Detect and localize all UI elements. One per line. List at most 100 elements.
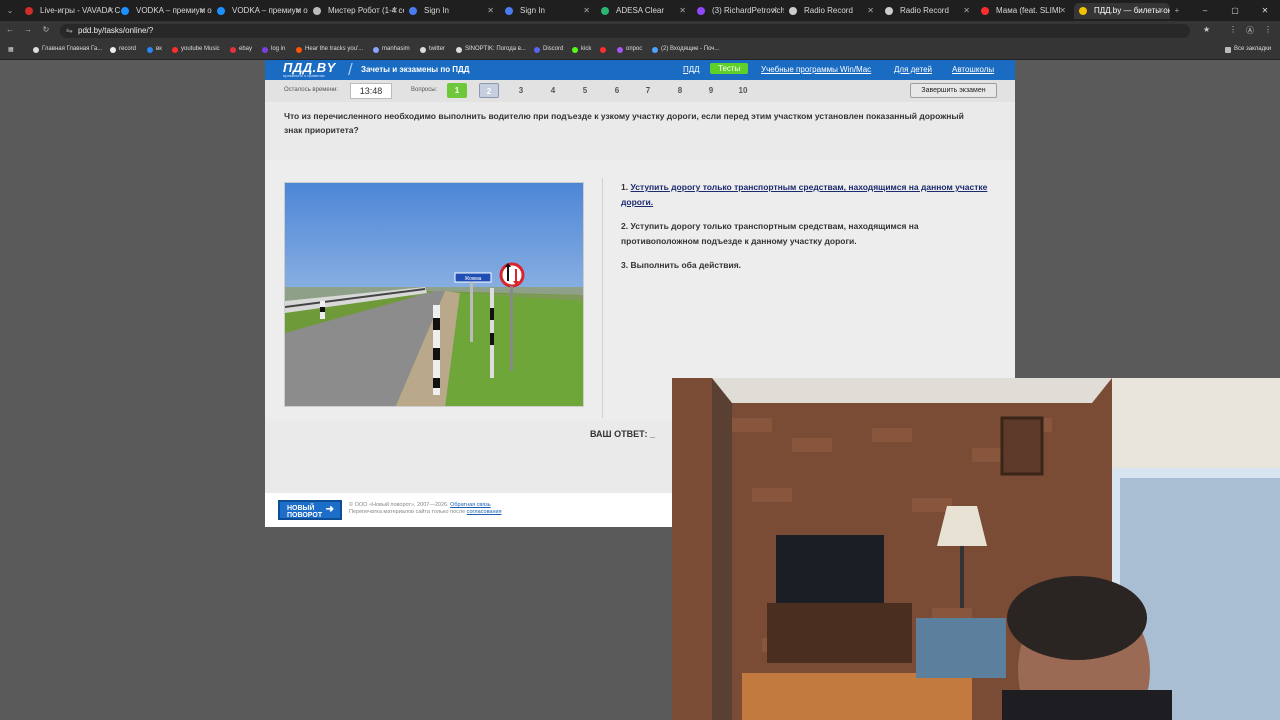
tab-12-active[interactable]: ПДД.by — билеты он ✕ [1074,3,1170,19]
tab-7[interactable]: ADESA Clear ✕ [596,3,692,19]
question-nav-4[interactable]: 4 [543,83,563,98]
tab-search-icon[interactable]: ⌄ [3,4,17,18]
tab-5[interactable]: Sign In ✕ [404,3,500,19]
answer-text: Уступить дорогу только транспортным сред… [621,182,988,207]
minimize-icon[interactable]: – [1190,0,1220,21]
column-divider [602,178,603,418]
bookmark-label: SINOPTIK: Погода в... [465,46,526,52]
section-title: Зачеты и экзамены по ПДД [361,65,470,74]
tab-favicon [121,7,129,15]
bookmark-item[interactable]: Discord [534,46,563,53]
maximize-icon[interactable]: ▢ [1220,0,1250,21]
forward-icon[interactable]: → [22,25,34,34]
tab-8[interactable]: (3) RichardPetrovich - ✕ [692,3,784,19]
close-icon[interactable]: ✕ [963,3,970,19]
window-close-icon[interactable]: ✕ [1250,0,1280,21]
finish-exam-button[interactable]: Завершить экзамен [910,83,997,98]
bookmark-item[interactable]: ebay [230,46,252,53]
menu-icon[interactable]: ⋮ [1264,25,1272,34]
answer-number: 3. [621,260,629,270]
bookmark-star-icon[interactable]: ★ [1203,25,1210,34]
bookmark-item[interactable]: Hear the tracks you'... [296,46,363,53]
bookmark-item[interactable]: log in [262,46,285,53]
question-nav-2[interactable]: 2 [479,83,499,98]
feedback-link[interactable]: Обратная связь [450,502,491,508]
exam-toolbar: Осталось времени: 13:48 Вопросы: 1 2 3 4… [265,80,1015,102]
bookmark-item[interactable]: вк [147,46,162,53]
close-icon[interactable]: ✕ [391,3,398,19]
bookmark-label: (2) Входящие - Поч... [661,46,720,52]
question-nav-7[interactable]: 7 [638,83,658,98]
tab-favicon [1079,7,1087,15]
tab-3[interactable]: VODKA – премиум он ✕ [212,3,308,19]
site-info-icon[interactable]: ⇋ [66,24,73,38]
agreement-link[interactable]: согласования [467,509,502,515]
tab-9[interactable]: Radio Record ✕ [784,3,880,19]
question-nav-1[interactable]: 1 [447,83,467,98]
close-icon[interactable]: ✕ [867,3,874,19]
bookmark-item[interactable]: опрос [617,46,642,53]
tab-2[interactable]: VODKA – премиум он ✕ [116,3,212,19]
tab-6[interactable]: Sign In ✕ [500,3,596,19]
bookmark-label: kick [581,46,592,52]
bookmark-favicon [262,47,268,53]
question-nav-9[interactable]: 9 [701,83,721,98]
answer-option-1[interactable]: 1. Уступить дорогу только транспортным с… [621,180,991,210]
question-nav-10[interactable]: 10 [733,83,753,98]
close-icon[interactable]: ✕ [771,3,778,19]
close-icon[interactable]: ✕ [1059,3,1066,19]
reload-icon[interactable]: ↻ [40,25,52,34]
all-bookmarks[interactable]: Все закладки [1225,46,1271,53]
nav-schools[interactable]: Автошколы [952,65,994,74]
answer-option-2[interactable]: 2. Уступить дорогу только транспортным с… [621,219,991,249]
nav-pdd[interactable]: ПДД [683,65,700,74]
tab-favicon [697,7,705,15]
bookmark-item[interactable]: (2) Входящие - Поч... [652,46,720,53]
url-field[interactable]: ⇋ pdd.by/tasks/online/? [60,24,1190,38]
answer-number: 1. [621,182,629,192]
arrow-right-icon: ➜ [325,504,334,515]
bookmark-item[interactable]: manhasim [373,46,410,53]
question-nav-8[interactable]: 8 [670,83,690,98]
question-nav-5[interactable]: 5 [575,83,595,98]
bookmark-item[interactable]: youtube Music [172,46,220,53]
close-icon[interactable]: ✕ [583,3,590,19]
close-icon[interactable]: ✕ [107,3,114,19]
tab-10[interactable]: Radio Record ✕ [880,3,976,19]
question-nav-3[interactable]: 3 [511,83,531,98]
bookmark-item[interactable]: record [110,46,136,53]
footer-logo-line-2: ПОВОРОТ [287,512,323,519]
answer-option-3[interactable]: 3. Выполнить оба действия. [621,258,991,273]
account-icon[interactable]: Ⓐ [1246,25,1254,36]
bookmark-item[interactable]: twitter [420,46,446,53]
tab-favicon [25,7,33,15]
close-icon[interactable]: ✕ [199,3,206,19]
tab-11[interactable]: Мама (feat. SLIMI ✕ [976,3,1072,19]
your-answer: ВАШ ОТВЕТ: _ [590,429,655,439]
tab-1[interactable]: Live-игры - VAVADA C ✕ [20,3,120,19]
novy-povorot-logo[interactable]: НОВЫЙ ПОВОРОТ ➜ [278,500,342,520]
close-icon[interactable]: ✕ [487,3,494,19]
tab-favicon [313,7,321,15]
bookmark-item[interactable]: SINOPTIK: Погода в... [456,46,526,53]
apps-icon[interactable]: ▦ [0,46,14,53]
close-icon[interactable]: ✕ [679,3,686,19]
close-icon[interactable]: ✕ [295,3,302,19]
nav-tests[interactable]: Тесты [710,63,749,74]
bookmark-label: вк [156,46,162,52]
back-icon[interactable]: ← [4,25,16,34]
tab-favicon [981,7,989,15]
question-nav-6[interactable]: 6 [607,83,627,98]
folder-icon [1225,47,1231,53]
bookmark-item[interactable]: kick [572,46,592,53]
bookmark-favicon [147,47,153,53]
tab-4[interactable]: Мистер Робот (1-4 се ✕ [308,3,404,19]
bookmark-label: twitter [429,46,446,52]
close-icon[interactable]: ✕ [1157,3,1164,19]
new-tab-icon[interactable]: + [1170,4,1184,18]
bookmark-item[interactable]: Главная Главная Га... [33,46,102,53]
nav-kids[interactable]: Для детей [894,65,932,74]
nav-programs[interactable]: Учебные программы Win/Mac [761,65,871,74]
url-text: pdd.by/tasks/online/? [78,26,154,35]
extensions-icon[interactable]: ⋮ [1229,25,1237,34]
